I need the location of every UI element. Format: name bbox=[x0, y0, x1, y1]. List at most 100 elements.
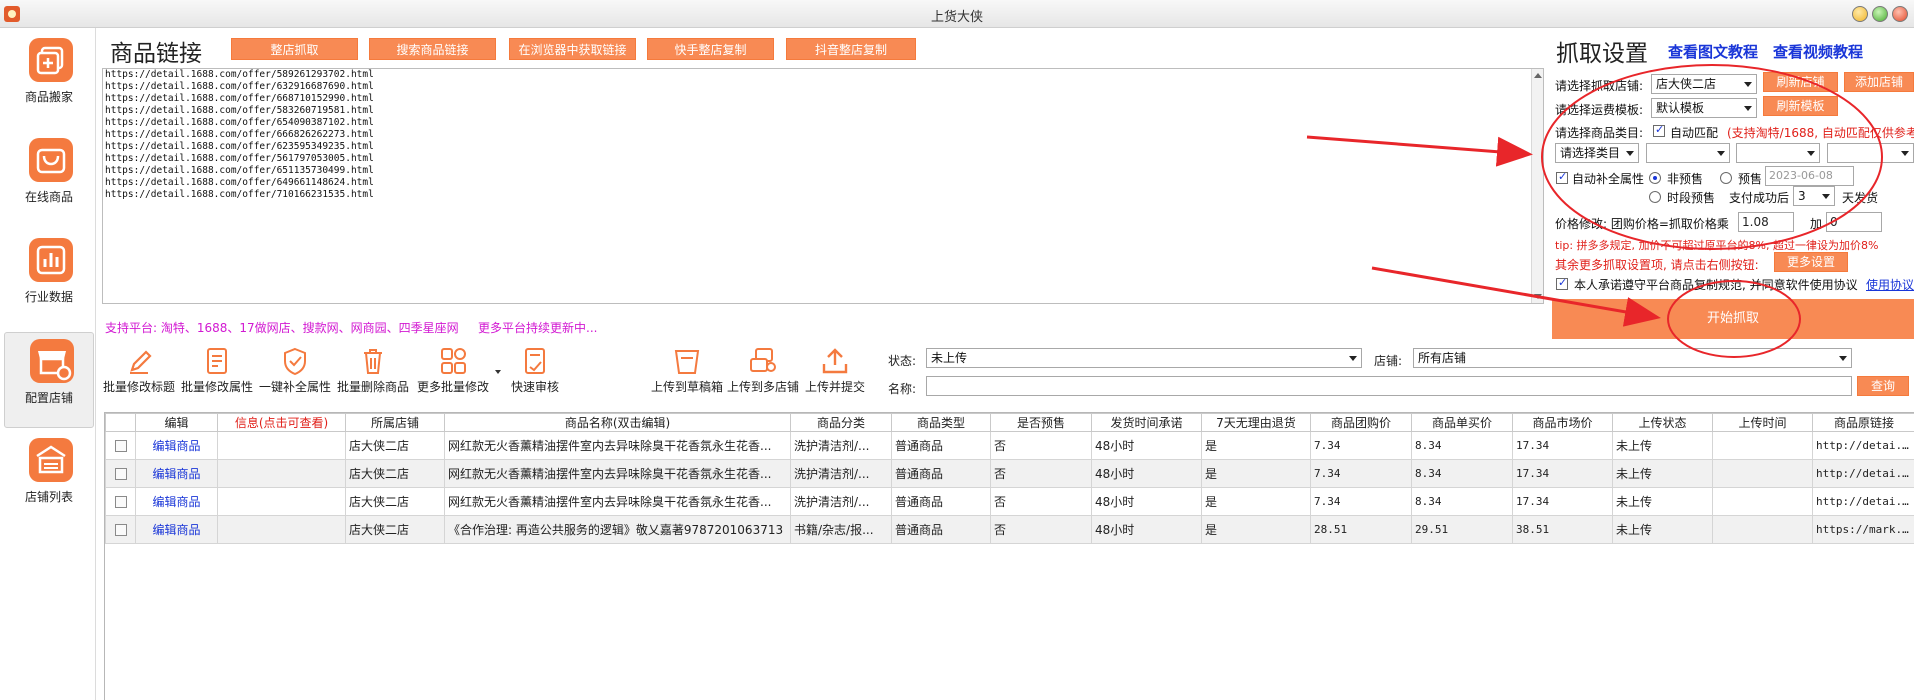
grab-store-select[interactable]: 店大侠二店 bbox=[1651, 74, 1757, 94]
complete-attributes-button[interactable]: 一键补全属性 bbox=[257, 346, 333, 400]
maximize-button[interactable] bbox=[1872, 6, 1888, 22]
column-header-presale[interactable]: 是否预售 bbox=[990, 413, 1092, 432]
column-header-ship-time[interactable]: 发货时间承诺 bbox=[1091, 413, 1202, 432]
auto-attributes-checkbox[interactable] bbox=[1556, 170, 1568, 184]
store-filter-select[interactable]: 所有店铺 bbox=[1413, 348, 1852, 368]
product-name-cell[interactable]: 网红款无火香薰精油摆件室内去异味除臭干花香氛永生花香... bbox=[444, 487, 791, 516]
kuaishou-store-copy-button[interactable]: 快手整店复制 bbox=[647, 38, 774, 60]
sidebar-item-configure-store[interactable]: 配置店铺 bbox=[4, 332, 94, 428]
batch-delete-products-button[interactable]: 批量删除商品 bbox=[335, 346, 411, 400]
column-header-info[interactable]: 信息(点击可查看) bbox=[217, 413, 346, 432]
presale-date-picker[interactable]: 2023-06-08 bbox=[1765, 166, 1854, 186]
usage-agreement-link[interactable]: 使用协议 bbox=[1866, 276, 1914, 293]
price-multiplier-input[interactable]: 1.08 bbox=[1738, 212, 1794, 232]
start-grab-button[interactable]: 开始抓取 bbox=[1552, 299, 1914, 339]
search-product-links-button[interactable]: 搜索商品链接 bbox=[369, 38, 496, 60]
product-name-cell[interactable]: 《合作治理: 再造公共服务的逻辑》敬乂嘉著9787201063713 bbox=[444, 515, 791, 544]
row-checkbox[interactable] bbox=[114, 468, 127, 480]
upload-to-multi-store-button[interactable]: 上传到多店铺 bbox=[725, 346, 801, 400]
column-header-single-price[interactable]: 商品单买价 bbox=[1411, 413, 1513, 432]
more-settings-button[interactable]: 更多设置 bbox=[1774, 252, 1848, 272]
product-links-textarea[interactable]: https://detail.1688.com/offer/5892612937… bbox=[102, 68, 1544, 304]
batch-edit-attributes-button[interactable]: 批量修改属性 bbox=[179, 346, 255, 400]
table-row[interactable]: 编辑商品 店大侠二店 网红款无火香薰精油摆件室内去异味除臭干花香氛永生花香...… bbox=[105, 459, 1914, 488]
row-checkbox[interactable] bbox=[114, 524, 127, 536]
multi-store-upload-icon bbox=[750, 348, 776, 372]
column-header-group-price[interactable]: 商品团购价 bbox=[1310, 413, 1412, 432]
group-price-cell: 7.34 bbox=[1310, 431, 1412, 460]
column-header-7day-return[interactable]: 7天无理由退货 bbox=[1201, 413, 1311, 432]
scroll-down-icon[interactable] bbox=[1534, 294, 1542, 299]
category-level3-select[interactable] bbox=[1736, 143, 1820, 163]
upload-and-submit-button[interactable]: 上传并提交 bbox=[802, 346, 868, 400]
category-level4-select[interactable] bbox=[1827, 143, 1914, 163]
column-header-market-price[interactable]: 商品市场价 bbox=[1512, 413, 1613, 432]
info-cell[interactable] bbox=[217, 487, 346, 516]
upload-to-drafts-button[interactable]: 上传到草稿箱 bbox=[650, 346, 724, 400]
name-search-input[interactable] bbox=[926, 376, 1852, 396]
auto-match-checkbox[interactable] bbox=[1653, 123, 1665, 137]
more-batch-edit-button[interactable]: 更多批量修改 bbox=[413, 346, 493, 400]
row-checkbox[interactable] bbox=[114, 440, 127, 452]
whole-store-grab-button[interactable]: 整店抓取 bbox=[231, 38, 358, 60]
category-level1-select[interactable]: 请选择类目 bbox=[1555, 143, 1639, 163]
source-link-cell[interactable]: http://detai... bbox=[1812, 487, 1914, 516]
textarea-scrollbar[interactable] bbox=[1531, 69, 1543, 303]
grid-apps-icon bbox=[441, 348, 466, 374]
product-name-cell[interactable]: 网红款无火香薰精油摆件室内去异味除臭干花香氛永生花香... bbox=[444, 431, 791, 460]
query-button[interactable]: 查询 bbox=[1857, 376, 1909, 396]
column-header-name[interactable]: 商品名称(双击编辑) bbox=[444, 413, 791, 432]
edit-product-link[interactable]: 编辑商品 bbox=[152, 495, 200, 509]
edit-product-link[interactable]: 编辑商品 bbox=[152, 439, 200, 453]
batch-edit-title-button[interactable]: 批量修改标题 bbox=[101, 346, 177, 400]
price-add-input[interactable]: 0 bbox=[1826, 212, 1882, 232]
url-line: https://detail.1688.com/offer/5892612937… bbox=[105, 69, 374, 80]
douyin-store-copy-button[interactable]: 抖音整店复制 bbox=[786, 38, 916, 60]
info-cell[interactable] bbox=[217, 431, 346, 460]
product-name-cell[interactable]: 网红款无火香薰精油摆件室内去异味除臭干花香氛永生花香... bbox=[444, 459, 791, 488]
refresh-template-button[interactable]: 刷新模板 bbox=[1763, 96, 1838, 116]
status-filter-select[interactable]: 未上传 bbox=[926, 348, 1362, 368]
column-header-edit[interactable]: 编辑 bbox=[135, 413, 218, 432]
sidebar-item-product-move[interactable]: 商品搬家 bbox=[4, 32, 94, 128]
column-header-source-link[interactable]: 商品原链接 bbox=[1812, 413, 1914, 432]
stage-presale-radio[interactable] bbox=[1649, 191, 1661, 203]
source-link-cell[interactable]: http://detai... bbox=[1812, 431, 1914, 460]
sidebar-item-online-products[interactable]: 在线商品 bbox=[4, 132, 94, 228]
row-checkbox[interactable] bbox=[114, 496, 127, 508]
sidebar-item-store-list[interactable]: 店铺列表 bbox=[4, 432, 94, 528]
return-cell: 是 bbox=[1201, 459, 1311, 488]
shipping-template-select[interactable]: 默认模板 bbox=[1651, 98, 1757, 118]
minimize-button[interactable] bbox=[1852, 6, 1868, 22]
type-cell: 普通商品 bbox=[891, 487, 991, 516]
category-level2-select[interactable] bbox=[1646, 143, 1730, 163]
scroll-up-icon[interactable] bbox=[1534, 73, 1542, 78]
agree-terms-checkbox[interactable] bbox=[1556, 276, 1568, 290]
info-cell[interactable] bbox=[217, 459, 346, 488]
column-header-upload-status[interactable]: 上传状态 bbox=[1612, 413, 1713, 432]
text-tutorial-link[interactable]: 查看图文教程 bbox=[1668, 41, 1758, 62]
info-cell[interactable] bbox=[217, 515, 346, 544]
table-row[interactable]: 编辑商品 店大侠二店 网红款无火香薰精油摆件室内去异味除臭干花香氛永生花香...… bbox=[105, 487, 1914, 516]
add-store-button[interactable]: 添加店铺 bbox=[1844, 72, 1914, 92]
refresh-store-button[interactable]: 刷新店铺 bbox=[1763, 72, 1838, 92]
tool-label: 上传并提交 bbox=[804, 380, 865, 394]
ship-days-select[interactable]: 3 bbox=[1793, 186, 1835, 206]
source-link-cell[interactable]: https://mark... bbox=[1812, 515, 1914, 544]
sidebar-item-industry-data[interactable]: 行业数据 bbox=[4, 232, 94, 328]
browser-get-links-button[interactable]: 在浏览器中获取链接 bbox=[509, 38, 636, 60]
column-header-upload-time[interactable]: 上传时间 bbox=[1712, 413, 1813, 432]
presale-radio[interactable] bbox=[1720, 172, 1732, 184]
edit-product-link[interactable]: 编辑商品 bbox=[152, 523, 200, 537]
column-header-category[interactable]: 商品分类 bbox=[790, 413, 892, 432]
video-tutorial-link[interactable]: 查看视频教程 bbox=[1773, 41, 1863, 62]
table-row[interactable]: 编辑商品 店大侠二店 网红款无火香薰精油摆件室内去异味除臭干花香氛永生花香...… bbox=[105, 431, 1914, 460]
table-row[interactable]: 编辑商品 店大侠二店 《合作治理: 再造公共服务的逻辑》敬乂嘉著97872010… bbox=[105, 515, 1914, 544]
column-header-store[interactable]: 所属店铺 bbox=[345, 413, 445, 432]
quick-review-button[interactable]: 快速审核 bbox=[502, 346, 568, 400]
source-link-cell[interactable]: http://detai... bbox=[1812, 459, 1914, 488]
close-button[interactable] bbox=[1892, 6, 1908, 22]
non-presale-radio[interactable] bbox=[1649, 172, 1661, 184]
column-header-type[interactable]: 商品类型 bbox=[891, 413, 991, 432]
edit-product-link[interactable]: 编辑商品 bbox=[152, 467, 200, 481]
